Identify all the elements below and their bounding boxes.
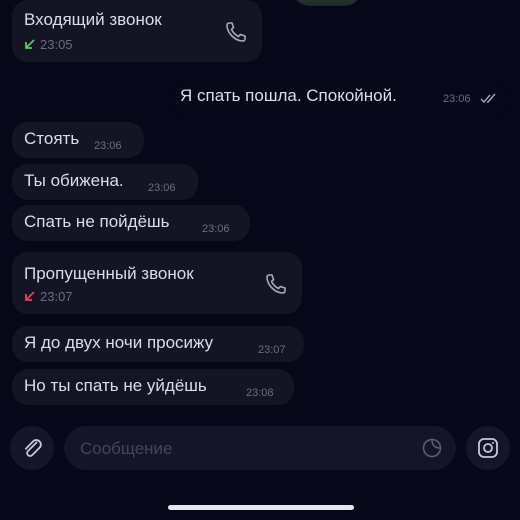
phone-icon[interactable] [264, 272, 288, 296]
message-text: Спать не пойдёшь [24, 212, 170, 231]
incoming-message[interactable]: Но ты спать не уйдёшь 23:08 [12, 369, 294, 405]
call-title: Входящий звонок [24, 10, 162, 29]
message-time: 23:08 [246, 387, 274, 399]
message-text: Я до двух ночи просижу [24, 333, 214, 352]
message-input-wrap [64, 426, 456, 472]
double-check-icon [480, 93, 496, 104]
phone-icon[interactable] [224, 20, 248, 44]
incoming-call-bubble[interactable]: Входящий звонок 23:05 [12, 0, 262, 62]
arrow-down-left-icon [25, 291, 35, 301]
message-text: Ты обижена. [24, 171, 124, 190]
incoming-message[interactable]: Ты обижена. 23:06 [12, 164, 198, 200]
message-text: Я спать пошла. Спокойной. [180, 86, 397, 105]
message-time: 23:06 [443, 93, 471, 105]
attach-button[interactable] [10, 426, 54, 470]
call-time: 23:05 [40, 37, 73, 52]
arrow-down-left-icon [25, 39, 35, 49]
missed-call-bubble[interactable]: Пропущенный звонок 23:07 [12, 252, 302, 314]
incoming-message[interactable]: Я до двух ночи просижу 23:07 [12, 326, 304, 362]
camera-button[interactable] [466, 426, 510, 470]
incoming-message[interactable]: Спать не пойдёшь 23:06 [12, 205, 250, 241]
camera-icon [478, 438, 498, 458]
home-indicator[interactable] [168, 505, 354, 510]
message-input[interactable] [78, 426, 412, 472]
contact-avatar[interactable] [292, 0, 362, 6]
message-time: 23:07 [258, 344, 286, 356]
incoming-message[interactable]: Стоять 23:06 [12, 122, 144, 158]
sticker-icon[interactable] [420, 436, 444, 460]
message-text: Но ты спать не уйдёшь [24, 376, 207, 395]
call-time: 23:07 [40, 289, 73, 304]
message-time: 23:06 [94, 140, 122, 152]
message-time: 23:06 [148, 182, 176, 194]
call-title: Пропущенный звонок [24, 264, 194, 283]
paperclip-icon [24, 439, 42, 457]
message-time: 23:06 [202, 223, 230, 235]
message-text: Стоять [24, 129, 80, 148]
outgoing-message[interactable]: Я спать пошла. Спокойной. 23:06 [170, 80, 508, 116]
